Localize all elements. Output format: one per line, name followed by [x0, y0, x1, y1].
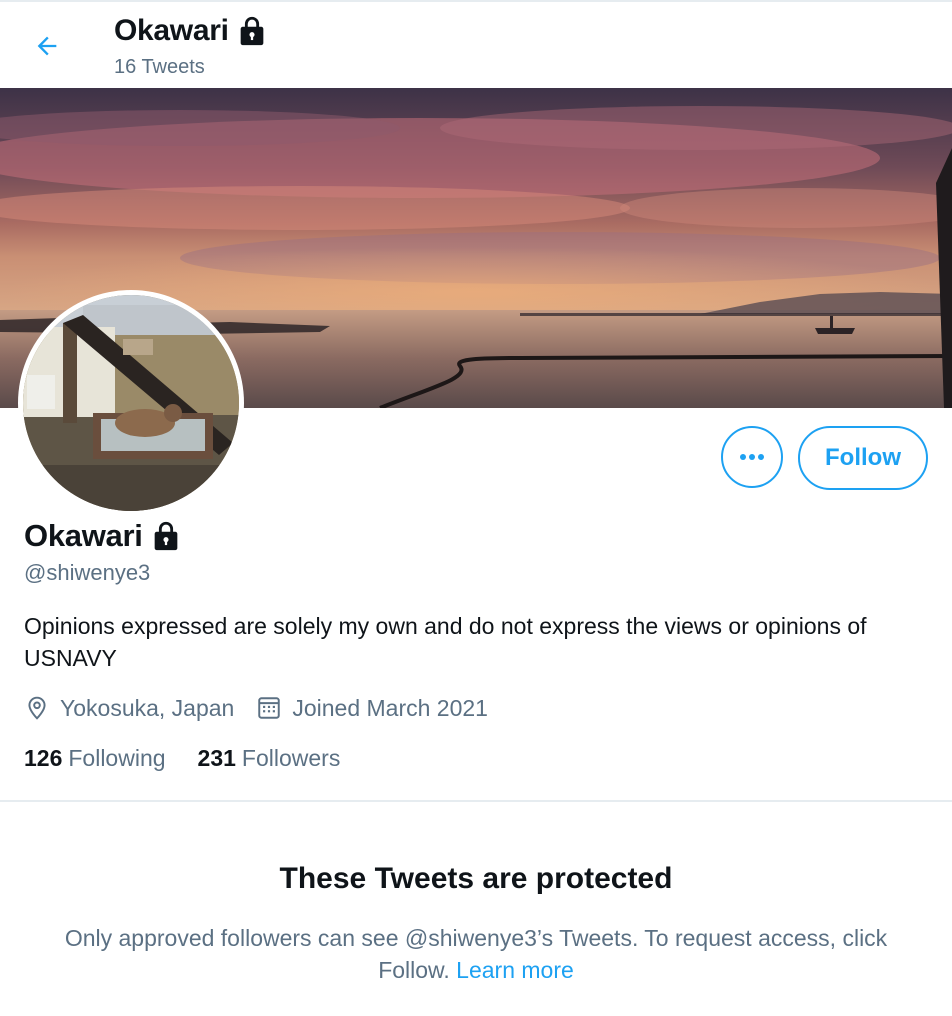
avatar-image — [23, 295, 239, 511]
followers-label: Followers — [241, 744, 341, 771]
lock-icon — [149, 519, 183, 553]
profile-display-name: Okawari — [24, 518, 143, 553]
calendar-icon — [258, 697, 281, 719]
following-label: Following — [68, 744, 166, 771]
avatar[interactable] — [18, 290, 244, 516]
more-options-button[interactable] — [721, 426, 783, 488]
profile-bio: Opinions expressed are solely my own and… — [24, 613, 867, 671]
followers-link[interactable]: 231 Followers — [198, 745, 341, 772]
protected-title: These Tweets are protected — [279, 862, 673, 895]
lock-icon — [235, 14, 269, 48]
following-link[interactable]: 126 Following — [24, 745, 166, 772]
learn-more-link[interactable]: Learn more — [456, 957, 574, 983]
joined-text: Joined March 2021 — [292, 694, 488, 721]
more-horizontal-icon — [740, 454, 764, 460]
back-button[interactable] — [27, 26, 67, 66]
profile-stats: 126 Following 231 Followers — [24, 740, 372, 776]
section-divider — [0, 800, 952, 802]
profile-name: Okawari — [24, 518, 183, 554]
tweet-count: 16 Tweets — [114, 56, 205, 78]
location-pin-icon — [28, 696, 46, 720]
protected-message: Only approved followers can see @shiweny… — [40, 922, 912, 986]
following-count: 126 — [24, 744, 63, 771]
follow-button[interactable]: Follow — [798, 426, 928, 490]
followers-count: 231 — [197, 744, 236, 771]
profile-header-bar: Okawari 16 Tweets — [0, 2, 952, 88]
profile-handle: @shiwenye3 — [24, 560, 151, 585]
location-item: Yokosuka, Japan — [24, 695, 234, 722]
profile-meta: Yokosuka, Japan Joined March 2021 — [24, 690, 510, 726]
location-text: Yokosuka, Japan — [60, 694, 235, 721]
joined-item: Joined March 2021 — [256, 695, 488, 722]
header-name: Okawari — [114, 14, 229, 47]
header-title: Okawari — [114, 14, 269, 48]
arrow-left-icon — [37, 36, 57, 56]
